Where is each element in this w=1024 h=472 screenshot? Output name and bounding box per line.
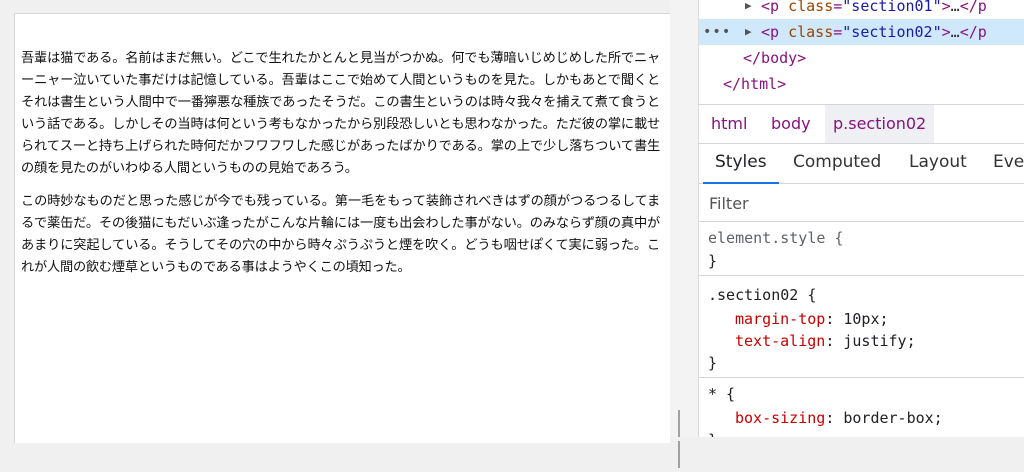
declaration-text-align[interactable]: text-align: justify; xyxy=(735,329,916,353)
elements-dom-tree: ▶ <p class="section01">…</p ••• ▶ <p cla… xyxy=(699,0,1024,100)
breadcrumb-p-section02[interactable]: p.section02 xyxy=(825,105,935,143)
rule-close-brace: } xyxy=(708,252,718,270)
styles-filter xyxy=(699,184,1024,222)
page-viewport: 吾輩は猫である。名前はまだ無い。どこで生れたかとんと見当がつかぬ。何でも薄暗いじ… xyxy=(14,13,670,443)
dom-node-section01[interactable]: ▶ <p class="section01">…</p xyxy=(699,0,1024,19)
breadcrumb: html body p.section02 xyxy=(699,104,1024,144)
rule-close-brace: } xyxy=(708,428,717,437)
filter-input[interactable] xyxy=(707,188,1021,218)
pane-splitter[interactable] xyxy=(670,0,698,437)
rule-section02: .section02 { margin-top: 10px; text-alig… xyxy=(699,276,1024,378)
tab-layout[interactable]: Layout xyxy=(909,144,967,182)
declaration-box-sizing[interactable]: box-sizing: border-box; xyxy=(735,406,943,430)
dom-node-section02[interactable]: ••• ▶ <p class="section02">…</p xyxy=(699,19,1024,45)
declaration-margin-top[interactable]: margin-top: 10px; xyxy=(735,307,889,331)
devtools-panel: ▶ <p class="section01">…</p ••• ▶ <p cla… xyxy=(698,0,1024,437)
rule-selector[interactable]: element.style { xyxy=(708,226,843,250)
breadcrumb-html[interactable]: html xyxy=(703,105,755,143)
splitter-grip-icon[interactable] xyxy=(678,410,686,468)
tab-event-listeners[interactable]: Eve xyxy=(993,144,1024,182)
rule-universal: * { box-sizing: border-box; } xyxy=(699,378,1024,437)
breadcrumb-body[interactable]: body xyxy=(763,105,819,143)
expand-caret-icon[interactable]: ▶ xyxy=(745,19,752,45)
tab-computed[interactable]: Computed xyxy=(793,144,881,182)
dom-node-body-close[interactable]: </body> xyxy=(699,45,1024,71)
rule-selector[interactable]: * { xyxy=(708,382,735,406)
rule-close-brace: } xyxy=(708,354,718,372)
paragraph-section01: 吾輩は猫である。名前はまだ無い。どこで生れたかとんと見当がつかぬ。何でも薄暗いじ… xyxy=(21,51,660,176)
tab-styles[interactable]: Styles xyxy=(703,144,779,184)
sidebar-tabs: Styles Computed Layout Eve xyxy=(699,144,1024,184)
more-options-icon[interactable]: ••• xyxy=(703,19,731,45)
rule-selector[interactable]: .section02 { xyxy=(708,283,816,307)
expand-caret-icon[interactable]: ▶ xyxy=(745,0,752,19)
paragraph-section02: この時妙なものだと思った感じが今でも残っている。第一毛をもって装飾されべきはずの… xyxy=(21,194,660,275)
rule-element-style: element.style { } xyxy=(699,222,1024,276)
dom-node-html-close[interactable]: </html> xyxy=(699,71,1024,97)
